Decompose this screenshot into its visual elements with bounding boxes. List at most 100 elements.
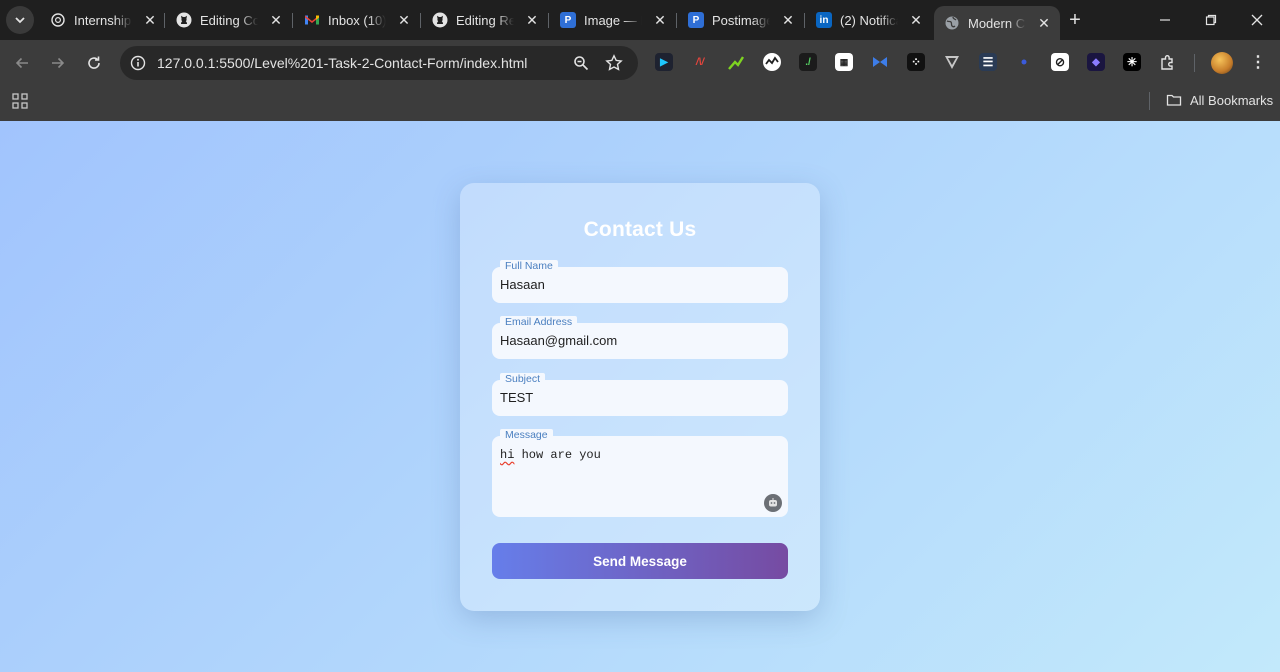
gmail-icon <box>304 12 320 28</box>
chevron-down-icon <box>15 17 25 24</box>
close-window-button[interactable] <box>1245 8 1269 32</box>
writing-assistant-icon[interactable] <box>764 494 782 512</box>
new-tab-button[interactable]: + <box>1064 9 1086 31</box>
contact-form-card: Contact Us Full Name Hasaan Email Addres… <box>460 183 820 611</box>
close-icon[interactable]: ✕ <box>1036 15 1052 31</box>
close-icon[interactable]: ✕ <box>268 12 284 28</box>
globe-icon <box>944 15 960 31</box>
minimize-icon <box>1160 19 1170 21</box>
extension-icon[interactable] <box>763 53 781 71</box>
toolbar-separator <box>1194 54 1195 72</box>
github-icon <box>432 12 448 28</box>
tab-modern-contact[interactable]: Modern C ✕ <box>934 6 1060 40</box>
message-rest: how are you <box>514 448 601 462</box>
tab-postimage[interactable]: P Postimage ✕ <box>678 6 804 34</box>
bookmarks-separator <box>1149 92 1150 110</box>
all-bookmarks-button[interactable]: All Bookmarks <box>1166 92 1273 108</box>
address-bar[interactable]: 127.0.0.1:5500/Level%201-Task-2-Contact-… <box>120 46 638 80</box>
tab-strip: Internship ✕ Editing Co ✕ Inbox (10) ✕ E… <box>0 0 1280 40</box>
close-icon[interactable]: ✕ <box>524 12 540 28</box>
extension-icon[interactable] <box>871 53 889 71</box>
send-message-button[interactable]: Send Message <box>492 543 788 579</box>
menu-dots-icon[interactable]: ⋮ <box>1249 53 1267 71</box>
tab-inbox[interactable]: Inbox (10) ✕ <box>294 6 420 34</box>
extension-icon[interactable]: ☰ <box>979 53 997 71</box>
tab-search-button[interactable] <box>6 6 34 34</box>
tab-title: Modern C <box>968 15 1026 31</box>
extension-icon[interactable]: ▶ <box>655 53 673 71</box>
tab-title: Editing Re <box>456 12 514 28</box>
profile-avatar[interactable] <box>1211 52 1233 74</box>
extension-icon[interactable]: ⁘ <box>907 53 925 71</box>
message-label: Message <box>500 429 553 442</box>
tab-separator <box>676 13 677 28</box>
reload-icon <box>88 56 100 69</box>
email-field[interactable]: Email Address Hasaan@gmail.com <box>492 316 788 359</box>
extensions-puzzle-icon[interactable] <box>1159 53 1177 71</box>
chatgpt-icon <box>50 12 66 28</box>
linkedin-icon: in <box>816 12 832 28</box>
browser-toolbar: 127.0.0.1:5500/Level%201-Task-2-Contact-… <box>0 40 1280 86</box>
form-title: Contact Us <box>583 218 697 241</box>
extension-icon[interactable] <box>727 53 745 71</box>
site-info-icon[interactable] <box>129 54 147 72</box>
github-icon <box>176 12 192 28</box>
bookmark-star-icon[interactable] <box>605 54 623 72</box>
tab-internship[interactable]: Internship ✕ <box>40 6 166 34</box>
close-icon <box>1251 14 1263 26</box>
restore-button[interactable] <box>1199 8 1223 32</box>
message-textarea[interactable]: Message hi how are you <box>492 429 788 517</box>
tab-title: Image — P <box>584 12 642 28</box>
tab-separator <box>804 13 805 28</box>
full-name-field[interactable]: Full Name Hasaan <box>492 260 788 303</box>
restore-icon <box>1205 14 1217 26</box>
misspelled-word: hi <box>500 448 515 462</box>
close-icon[interactable]: ✕ <box>142 12 158 28</box>
tab-title: (2) Notifica <box>840 12 898 28</box>
tab-image-p[interactable]: P Image — P ✕ <box>550 6 676 34</box>
tab-notifications[interactable]: in (2) Notifica ✕ <box>806 6 932 34</box>
zoom-icon[interactable] <box>572 54 590 72</box>
tab-title: Postimage <box>712 12 770 28</box>
tab-title: Editing Co <box>200 12 258 28</box>
tab-separator <box>164 13 165 28</box>
email-label: Email Address <box>500 316 578 329</box>
extension-icon[interactable]: ◆ <box>1087 53 1105 71</box>
page-viewport: Contact Us Full Name Hasaan Email Addres… <box>0 121 1280 672</box>
folder-icon <box>1166 94 1182 106</box>
close-icon[interactable]: ✕ <box>908 12 924 28</box>
arrow-right-icon <box>52 57 65 69</box>
close-icon[interactable]: ✕ <box>396 12 412 28</box>
subject-value[interactable]: TEST <box>500 390 533 405</box>
full-name-value[interactable]: Hasaan <box>500 277 545 292</box>
apps-grid-icon[interactable] <box>12 93 28 109</box>
postimages-icon: P <box>688 12 704 28</box>
subject-field[interactable]: Subject TEST <box>492 373 788 416</box>
extension-icon[interactable]: ✳ <box>1123 53 1141 71</box>
extension-icon[interactable]: /\/ <box>691 53 709 71</box>
extension-icon[interactable]: ./ <box>799 53 817 71</box>
minimize-button[interactable] <box>1153 8 1177 32</box>
back-button[interactable] <box>10 51 34 75</box>
email-value[interactable]: Hasaan@gmail.com <box>500 333 617 348</box>
postimages-icon: P <box>560 12 576 28</box>
full-name-label: Full Name <box>500 260 558 273</box>
tab-editing-co[interactable]: Editing Co ✕ <box>166 6 292 34</box>
forward-button[interactable] <box>46 51 70 75</box>
extension-icon[interactable]: ▦ <box>835 53 853 71</box>
extension-icon[interactable] <box>1015 53 1033 71</box>
url-text[interactable]: 127.0.0.1:5500/Level%201-Task-2-Contact-… <box>157 55 527 71</box>
close-icon[interactable]: ✕ <box>780 12 796 28</box>
reload-button[interactable] <box>82 51 106 75</box>
tab-title: Internship <box>74 12 132 28</box>
extension-icon[interactable] <box>943 53 961 71</box>
message-value[interactable]: hi how are you <box>500 448 601 462</box>
arrow-left-icon <box>15 57 28 69</box>
tab-editing-re[interactable]: Editing Re ✕ <box>422 6 548 34</box>
all-bookmarks-label: All Bookmarks <box>1190 92 1274 108</box>
bookmarks-bar: All Bookmarks <box>0 86 1280 121</box>
extension-icon[interactable]: ⊘ <box>1051 53 1069 71</box>
close-icon[interactable]: ✕ <box>652 12 668 28</box>
tab-title: Inbox (10) <box>328 12 386 28</box>
tab-separator <box>292 13 293 28</box>
